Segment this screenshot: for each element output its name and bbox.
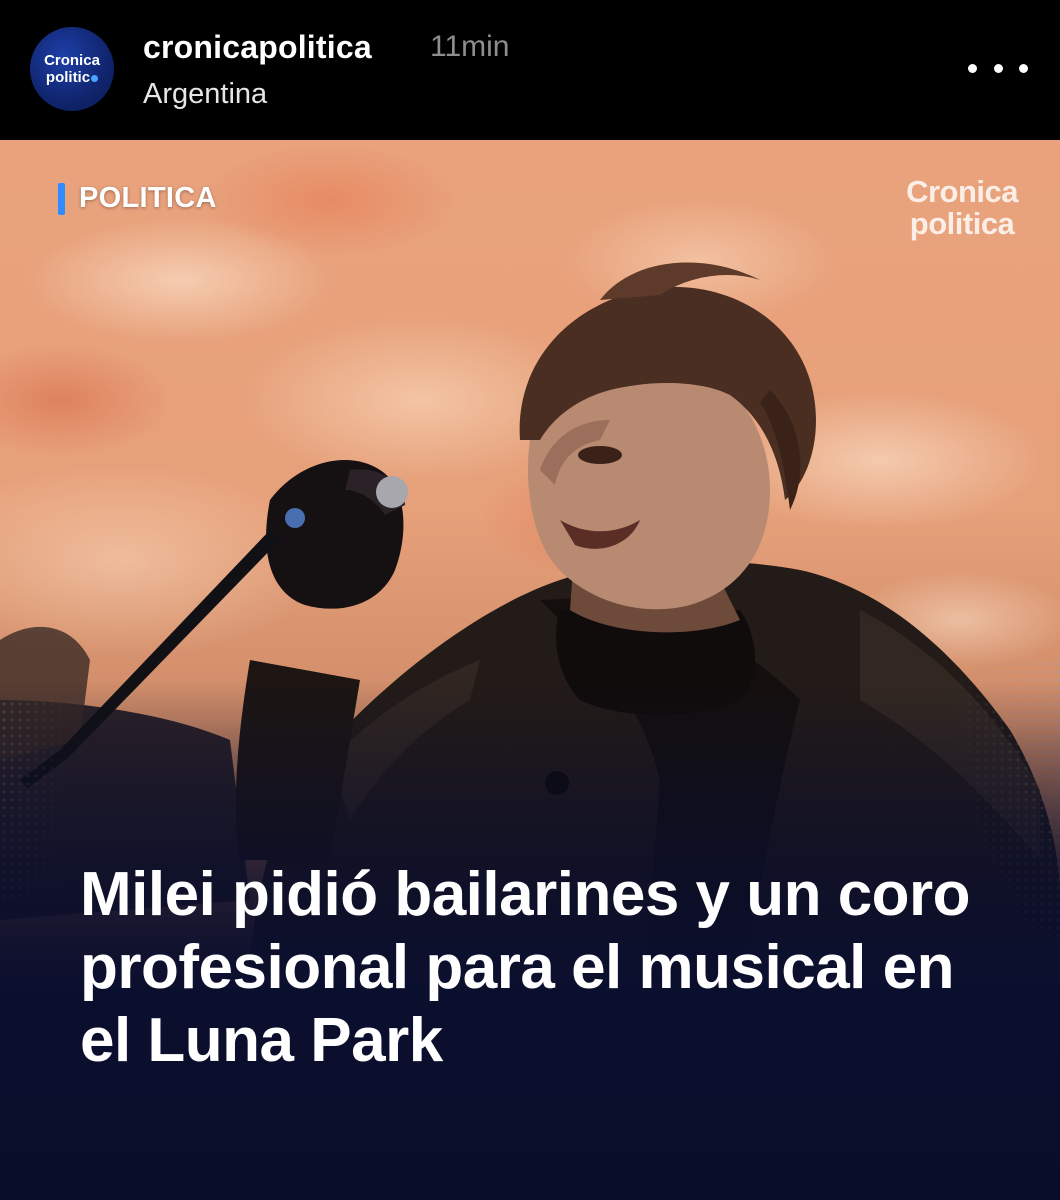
watermark-line2: politica bbox=[909, 206, 1015, 241]
watermark-line1: Cronica bbox=[906, 174, 1018, 209]
avatar-text-line2: politic bbox=[46, 69, 99, 86]
post-image[interactable]: POLITICA Cronica politica Milei pidió ba… bbox=[0, 140, 1060, 1200]
avatar-text-line1: Cronica bbox=[44, 52, 100, 69]
location-link[interactable]: Argentina bbox=[143, 78, 267, 111]
brand-watermark: Cronica politica bbox=[906, 176, 1018, 240]
more-dot bbox=[1019, 63, 1028, 73]
more-dot bbox=[968, 63, 977, 73]
more-options-icon[interactable] bbox=[968, 50, 1028, 86]
post-timestamp: 11min bbox=[430, 30, 510, 63]
headline: Milei pidió bailarines y un coro profesi… bbox=[80, 860, 971, 1075]
more-dot bbox=[993, 63, 1003, 73]
category-label: POLITICA bbox=[79, 182, 217, 214]
post-header: Cronica politic cronicapolitica 11min Ar… bbox=[0, 0, 1060, 140]
instagram-post: Cronica politic cronicapolitica 11min Ar… bbox=[0, 0, 1060, 1200]
category-tag: POLITICA bbox=[58, 182, 217, 215]
username-link[interactable]: cronicapolitica bbox=[143, 29, 372, 66]
profile-avatar[interactable]: Cronica politic bbox=[30, 27, 114, 111]
avatar-dot-icon bbox=[91, 74, 99, 82]
category-accent-bar bbox=[58, 182, 65, 215]
